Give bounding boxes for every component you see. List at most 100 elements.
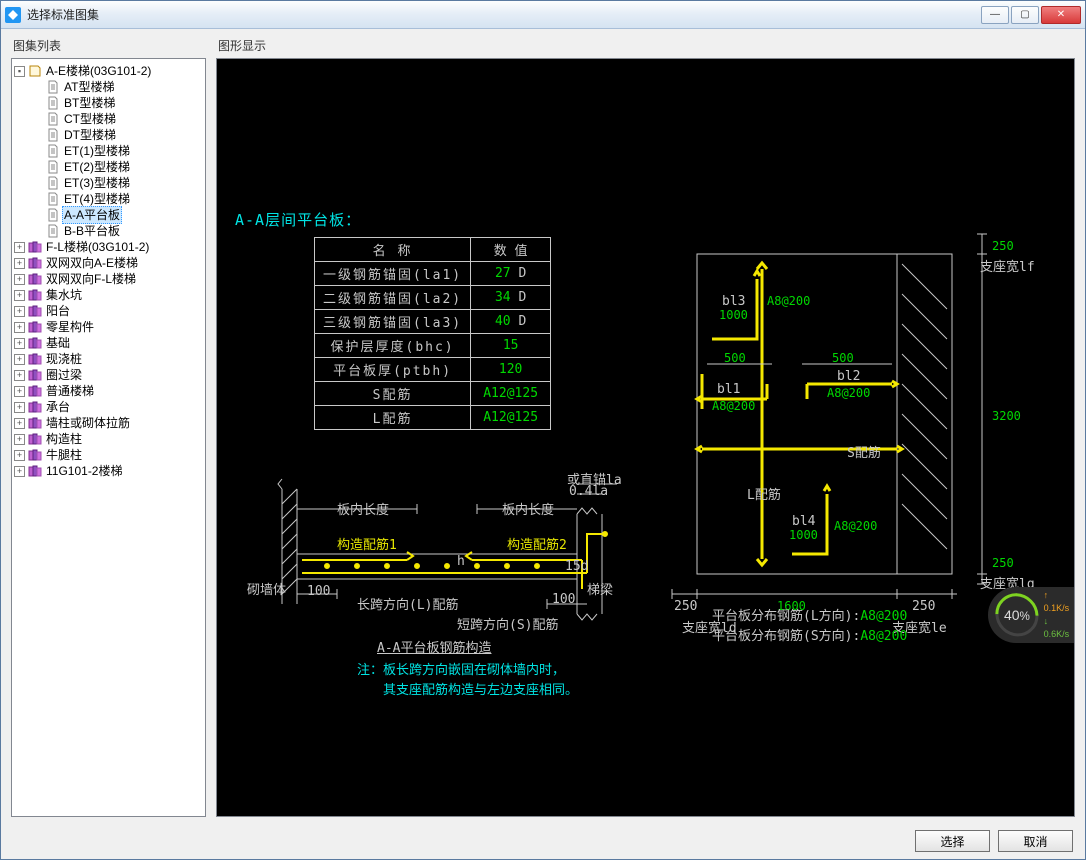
tree-item[interactable]: ▪ A-E楼梯(03G101-2) [14, 63, 203, 79]
atlas-tree[interactable]: ▪ A-E楼梯(03G101-2)AT型楼梯BT型楼梯CT型楼梯DT型楼梯ET(1… [11, 58, 206, 817]
tree-item[interactable]: +牛腿柱 [14, 447, 203, 463]
expand-icon[interactable]: + [14, 290, 25, 301]
tree-item-label: A-E楼梯(03G101-2) [44, 63, 153, 79]
books-icon [28, 320, 42, 334]
tree-item-label: ET(1)型楼梯 [62, 143, 132, 159]
label-d100b: 100 [552, 592, 575, 607]
tree-item-label: ET(4)型楼梯 [62, 191, 132, 207]
dim-h-bot: 250 [992, 556, 1014, 570]
drawing-canvas: A-A层间平台板： 名 称数 值一级钢筋锚固(la1)27 D二级钢筋锚固(la… [216, 58, 1075, 817]
expand-icon[interactable]: + [14, 306, 25, 317]
distrib-s-val: A8@200 [860, 629, 907, 644]
distrib-l-val: A8@200 [860, 609, 907, 624]
tree-item-label: 双网双向A-E楼梯 [44, 255, 140, 271]
select-button[interactable]: 选择 [915, 830, 990, 852]
tree-item-label: 构造柱 [44, 431, 84, 447]
tree-item[interactable]: BT型楼梯 [32, 95, 203, 111]
tree-item[interactable]: + F-L楼梯(03G101-2) [14, 239, 203, 255]
dim-h-top: 250 [992, 239, 1014, 253]
dim-w-right: 250 [912, 599, 935, 614]
book-icon [28, 64, 42, 78]
books-icon [28, 288, 42, 302]
label-inner-len-left: 板内长度 [337, 499, 389, 518]
page-icon [46, 96, 60, 110]
books-icon [28, 352, 42, 366]
tree-item[interactable]: ET(2)型楼梯 [32, 159, 203, 175]
expand-icon[interactable]: + [14, 450, 25, 461]
tree-item[interactable]: +普通楼梯 [14, 383, 203, 399]
tree-item[interactable]: + 零星构件 [14, 319, 203, 335]
books-icon [28, 240, 42, 254]
expand-icon[interactable]: + [14, 402, 25, 413]
cancel-button[interactable]: 取消 [998, 830, 1073, 852]
tree-item[interactable]: + 双网双向A-E楼梯 [14, 255, 203, 271]
expand-icon[interactable]: + [14, 466, 25, 477]
page-icon [46, 112, 60, 126]
tree-item[interactable]: + 集水坑 [14, 287, 203, 303]
tree-item[interactable]: +圈过梁 [14, 367, 203, 383]
a8-2: A8@200 [712, 399, 755, 413]
tree-pane-label: 图集列表 [11, 37, 206, 54]
expand-icon[interactable]: + [14, 386, 25, 397]
expand-icon[interactable]: + [14, 322, 25, 333]
bl3v: 1000 [719, 308, 748, 322]
expand-icon[interactable]: + [14, 370, 25, 381]
note-line-1: 注：板长跨方向嵌固在砌体墙内时， [357, 661, 578, 681]
books-icon [28, 464, 42, 478]
expand-icon[interactable]: + [14, 338, 25, 349]
tree-item[interactable]: A-A平台板 [32, 207, 203, 223]
tree-item[interactable]: +11G101-2楼梯 [14, 463, 203, 479]
tree-item[interactable]: + 双网双向F-L楼梯 [14, 271, 203, 287]
tree-item[interactable]: ET(4)型楼梯 [32, 191, 203, 207]
tree-item-label: ET(3)型楼梯 [62, 175, 132, 191]
tree-item[interactable]: CT型楼梯 [32, 111, 203, 127]
page-icon [46, 192, 60, 206]
bl1: bl1 [717, 382, 740, 397]
tree-item-label: BT型楼梯 [62, 95, 117, 111]
expand-icon[interactable]: + [14, 434, 25, 445]
page-icon [46, 128, 60, 142]
tree-item[interactable]: + 现浇桩 [14, 351, 203, 367]
expand-icon[interactable]: + [14, 274, 25, 285]
expand-icon[interactable]: + [14, 418, 25, 429]
books-icon [28, 416, 42, 430]
tree-item[interactable]: +阳台 [14, 303, 203, 319]
books-icon [28, 336, 42, 350]
books-icon [28, 256, 42, 270]
maximize-button[interactable]: ▢ [1011, 6, 1039, 24]
tree-item[interactable]: B-B平台板 [32, 223, 203, 239]
books-icon [28, 272, 42, 286]
dim-w-left: 250 [674, 599, 697, 614]
dialog-footer: 选择 取消 [1, 823, 1085, 859]
tree-item[interactable]: + 构造柱 [14, 431, 203, 447]
tree-item[interactable]: ET(3)型楼梯 [32, 175, 203, 191]
tree-item-label: 现浇桩 [44, 351, 84, 367]
tree-item-label: 双网双向F-L楼梯 [44, 271, 138, 287]
tree-item-label: 承台 [44, 399, 72, 415]
close-button[interactable]: ✕ [1041, 6, 1081, 24]
tree-item[interactable]: +基础 [14, 335, 203, 351]
tree-item-label: 集水坑 [44, 287, 84, 303]
speed-widget[interactable]: 40% ↑ 0.1K/s ↓ 0.6K/s [988, 587, 1074, 643]
tree-item[interactable]: + 承台 [14, 399, 203, 415]
titlebar: 选择标准图集 — ▢ ✕ [1, 1, 1085, 29]
expand-icon[interactable]: + [14, 258, 25, 269]
tree-item[interactable]: DT型楼梯 [32, 127, 203, 143]
param-table: 名 称数 值一级钢筋锚固(la1)27 D二级钢筋锚固(la2)34 D三级钢筋… [314, 237, 551, 430]
tree-item-label: ET(2)型楼梯 [62, 159, 132, 175]
expand-icon[interactable]: + [14, 242, 25, 253]
label-gz2: 构造配筋2 [507, 534, 567, 553]
window-title: 选择标准图集 [27, 6, 981, 23]
books-icon [28, 304, 42, 318]
collapse-icon[interactable]: ▪ [14, 66, 25, 77]
tree-item[interactable]: +墙柱或砌体拉筋 [14, 415, 203, 431]
tree-item[interactable]: ET(1)型楼梯 [32, 143, 203, 159]
minimize-button[interactable]: — [981, 6, 1009, 24]
tree-item-label: F-L楼梯(03G101-2) [44, 239, 151, 255]
tree-item-label: A-A平台板 [62, 206, 122, 224]
tree-item-label: 零星构件 [44, 319, 96, 335]
distrib-s-label: 平台板分布钢筋(S方向): [712, 629, 860, 644]
expand-icon[interactable]: + [14, 354, 25, 365]
tree-item[interactable]: AT型楼梯 [32, 79, 203, 95]
label-short-dir: 短跨方向(S)配筋 [457, 614, 558, 633]
